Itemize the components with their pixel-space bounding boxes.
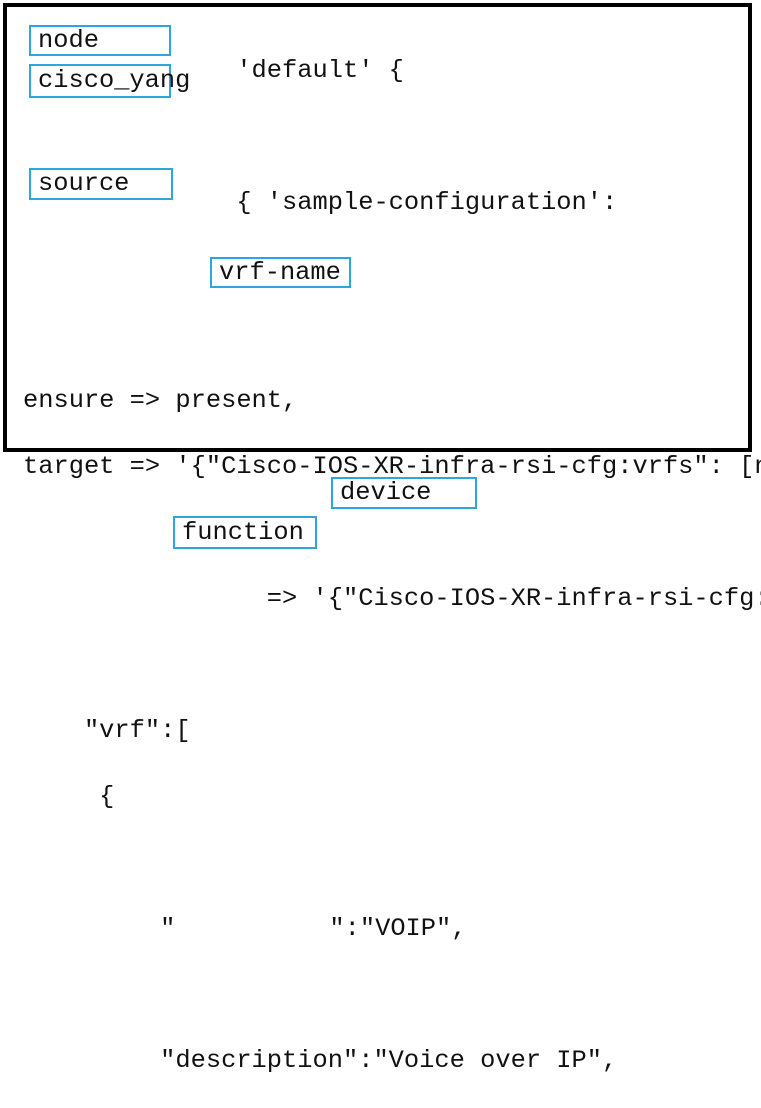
annotation-box-function[interactable]: function bbox=[173, 516, 317, 549]
code-line: ensure => present, bbox=[23, 386, 298, 415]
annotation-box-cisco-yang[interactable]: cisco_yang bbox=[29, 64, 190, 98]
code-line: target => '{"Cisco-IOS-XR-infra-rsi-cfg:… bbox=[23, 452, 761, 481]
manifest-code-panel: 'default' { { 'sample-configuration': en… bbox=[3, 3, 761, 1073]
annotation-box-vrf-name[interactable]: vrf-name bbox=[210, 257, 351, 288]
code-line: "vrf":[ bbox=[23, 716, 191, 745]
annotation-box-node[interactable]: node bbox=[29, 25, 171, 56]
code-line-vrf-name: " ":"VOIP", bbox=[23, 916, 761, 941]
code-line: "description":"Voice over IP", bbox=[23, 1046, 618, 1075]
code-line-prefix: " bbox=[23, 914, 176, 943]
annotation-box-device[interactable]: device bbox=[331, 477, 477, 509]
code-line: => '{"Cisco-IOS-XR-infra-rsi-cfg:vrfs": … bbox=[266, 584, 761, 613]
annotation-box-source[interactable]: source bbox=[29, 168, 173, 200]
code-line-vrf-name-suffix: ":"VOIP", bbox=[329, 914, 467, 943]
code-line: { bbox=[23, 782, 115, 811]
